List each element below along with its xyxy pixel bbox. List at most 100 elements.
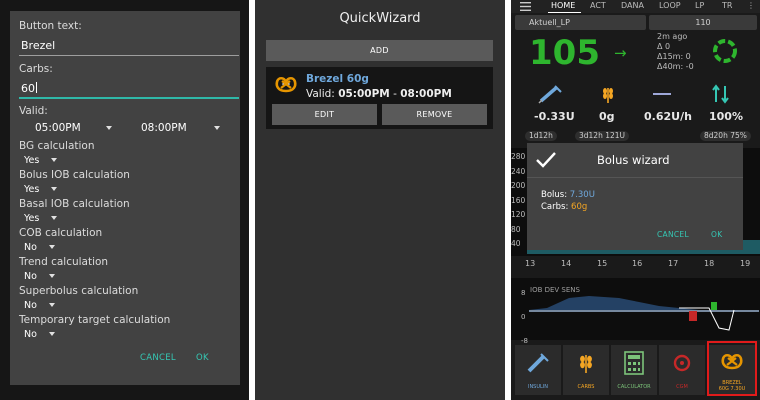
iob-value: -0.33U	[534, 110, 575, 123]
bg-calculation-value: Yes	[24, 155, 40, 166]
syringe-icon	[527, 353, 549, 373]
carbs-label: Carbs:	[19, 63, 53, 75]
active-tab-indicator	[548, 12, 581, 13]
entry-valid-to: 08:00PM	[400, 88, 452, 100]
bg-graph-yaxis: 280 240 200 160 120 80 40	[511, 150, 525, 252]
iob-graph-yaxis: 8 0 -8	[521, 281, 528, 353]
dialog-title: Bolus wizard	[597, 153, 670, 167]
bg-value: 105	[529, 33, 600, 73]
calculator-button[interactable]: CALCULATOR	[611, 345, 657, 395]
temp-target-label: Temporary target calculation	[19, 314, 171, 326]
trend-value: No	[24, 271, 37, 282]
remove-button[interactable]: REMOVE	[382, 104, 487, 125]
dropdown-arrow-icon	[48, 303, 55, 307]
entry-valid: Valid: 05:00PM - 08:00PM	[306, 88, 452, 100]
superbolus-label: Superbolus calculation	[19, 285, 139, 297]
tab-act[interactable]: ACT	[590, 1, 606, 10]
y-tick: 40	[511, 239, 521, 248]
iob-graph-plot	[529, 296, 759, 331]
tab-dana[interactable]: DANA	[621, 1, 644, 10]
tab-loop[interactable]: LOOP	[659, 1, 681, 10]
valid-from-spinner[interactable]: 05:00PM	[35, 122, 115, 134]
temp-target-value: No	[24, 329, 37, 340]
profile-button[interactable]: Aktuell_LP	[515, 15, 646, 30]
calculator-button-label: CALCULATOR	[617, 384, 651, 390]
delta-info: 2m ago Δ 0 Δ15m: 0 Δ40m: -0	[657, 32, 694, 72]
entry-valid-from: 05:00PM	[338, 88, 390, 100]
cancel-button[interactable]: CANCEL	[140, 353, 176, 363]
button-text-input[interactable]: Brezel	[19, 38, 239, 56]
calculator-icon	[624, 351, 644, 375]
tab-tr[interactable]: TR	[722, 1, 732, 10]
superbolus-select[interactable]: No	[24, 300, 55, 311]
x-tick: 18	[704, 259, 715, 268]
y-tick: 280	[511, 152, 526, 161]
y-tick: 240	[511, 166, 526, 176]
dropdown-arrow-icon	[51, 158, 58, 162]
tab-bar: HOME ACT DANA LOOP LP TR ⋮	[511, 0, 760, 13]
menu-icon[interactable]	[520, 2, 531, 11]
dropdown-arrow-icon	[48, 245, 55, 249]
cob-select[interactable]: No	[24, 242, 55, 253]
sensor-age: 1d12h	[525, 131, 557, 141]
dialog-cancel-button[interactable]: CANCEL	[657, 230, 689, 239]
page-title: QuickWizard	[339, 11, 421, 26]
trend-label: Trend calculation	[19, 256, 109, 268]
add-button[interactable]: ADD	[266, 40, 493, 61]
loop-status-icon[interactable]	[710, 36, 740, 66]
edit-button[interactable]: EDIT	[272, 104, 377, 125]
basal-iob-select[interactable]: Yes	[24, 213, 58, 224]
bg-calculation-select[interactable]: Yes	[24, 155, 58, 166]
bolus-label: Bolus:	[541, 190, 568, 200]
bolus-amount: 7.30U	[569, 190, 595, 200]
trend-arrow-icon: →	[614, 44, 627, 62]
insulin-button[interactable]: INSULIN	[515, 345, 561, 395]
dialog-ok-button[interactable]: OK	[711, 230, 722, 239]
y-tick: 80	[511, 224, 521, 234]
bolus-iob-value: Yes	[24, 184, 40, 195]
cgm-icon	[673, 354, 691, 372]
x-tick: 16	[632, 259, 643, 268]
y-tick: 0	[521, 313, 526, 321]
tab-lp[interactable]: LP	[695, 1, 704, 10]
ok-button[interactable]: OK	[196, 353, 209, 363]
trend-select[interactable]: No	[24, 271, 55, 282]
dropdown-arrow-icon	[51, 216, 58, 220]
highlight-box	[707, 341, 757, 396]
dropdown-arrow-icon	[106, 126, 112, 130]
y-tick: 160	[511, 195, 526, 205]
tab-home[interactable]: HOME	[551, 1, 575, 10]
basal-icon	[653, 93, 671, 95]
carbs-button-label: CARBS	[577, 384, 595, 390]
entry-valid-sep: -	[393, 88, 397, 100]
valid-label: Valid:	[19, 105, 48, 117]
bolus-line: Bolus: 7.30U	[541, 190, 595, 200]
cob-label: COB calculation	[19, 227, 103, 239]
entry-name: Brezel 60g	[306, 73, 369, 85]
x-tick: 17	[668, 259, 679, 268]
delta-40m: Δ40m: -0	[657, 62, 694, 71]
dropdown-arrow-icon	[48, 332, 55, 336]
dropdown-arrow-icon	[48, 274, 55, 278]
quickwizard-entry[interactable]: Brezel 60g Valid: 05:00PM - 08:00PM EDIT…	[266, 67, 493, 129]
cgm-button[interactable]: CGM	[659, 345, 705, 395]
carbs-value: 60	[21, 82, 35, 95]
overflow-icon[interactable]: ⋮	[747, 1, 755, 10]
target-button[interactable]: 110	[649, 15, 757, 30]
battery-age: 8d20h 75%	[700, 131, 751, 141]
temp-target-select[interactable]: No	[24, 329, 55, 340]
y-tick: 8	[521, 289, 526, 297]
cgm-button-label: CGM	[676, 384, 688, 390]
iob-graph[interactable]: 8 0 -8 IOB DEV SENS	[511, 278, 760, 345]
bolus-wizard-dialog: Bolus wizard Bolus: 7.30U Carbs: 60g CAN…	[527, 143, 743, 250]
carbs-button[interactable]: CARBS	[563, 345, 609, 395]
home-overview-screen: HOME ACT DANA LOOP LP TR ⋮ Aktuell_LP 11…	[511, 0, 760, 400]
delta: Δ 0	[657, 42, 671, 51]
carbs-input[interactable]: 60	[19, 81, 239, 99]
x-tick: 14	[561, 259, 572, 268]
carbs-amount: 60g	[571, 202, 588, 212]
y-tick: 200	[511, 181, 526, 190]
valid-to-spinner[interactable]: 08:00PM	[141, 122, 221, 134]
cob-value: No	[24, 242, 37, 253]
bolus-iob-select[interactable]: Yes	[24, 184, 58, 195]
